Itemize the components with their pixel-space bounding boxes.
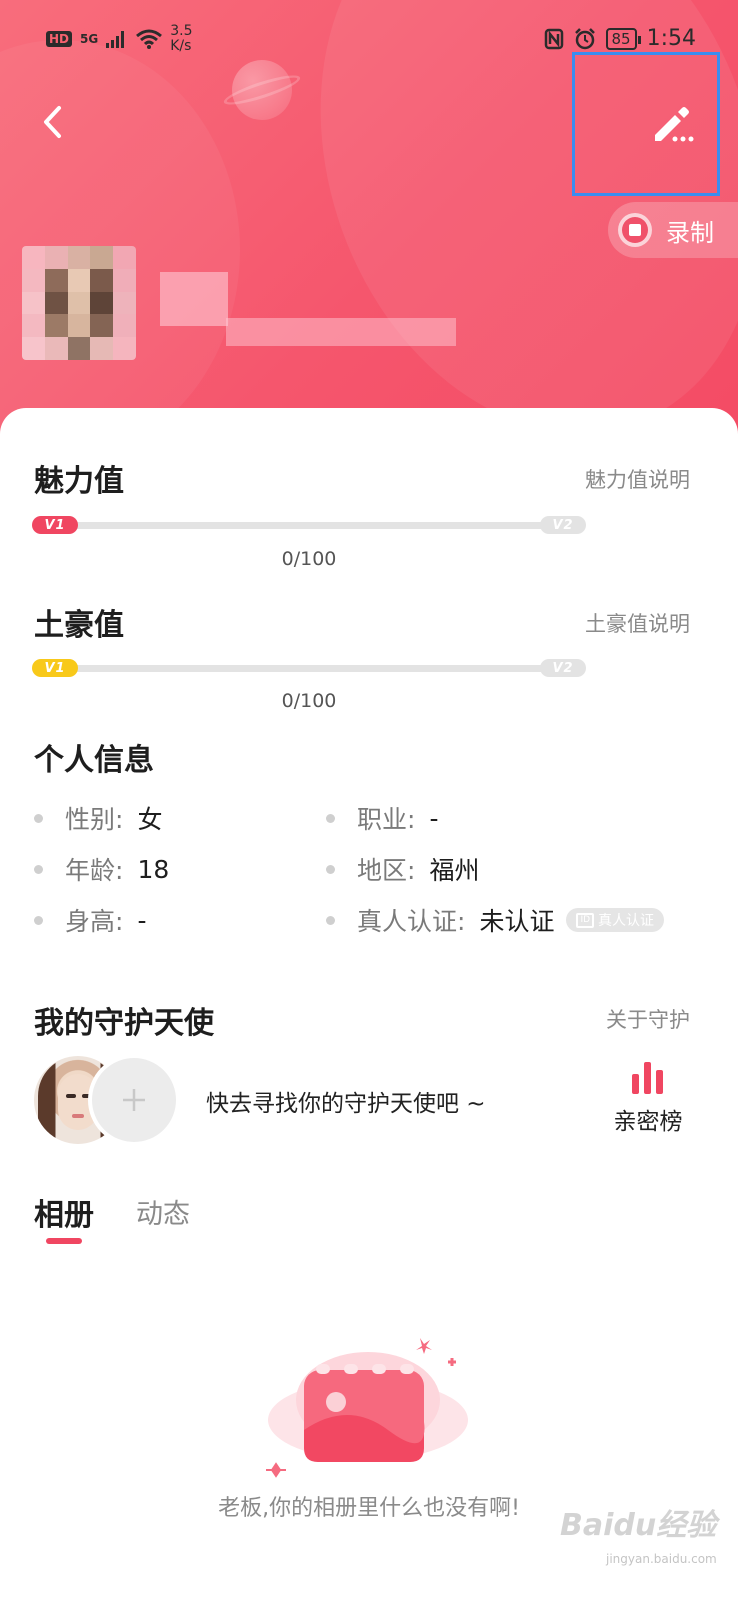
charm-level-start: V1 [32, 516, 78, 534]
avatar[interactable] [22, 246, 136, 360]
wealth-level-start: V1 [32, 659, 78, 677]
bullet-dot [34, 813, 43, 823]
tab-moments[interactable]: 动态 [136, 1192, 190, 1231]
battery-indicator: 85 [605, 27, 641, 50]
bullet-dot [326, 864, 335, 874]
info-key: 性别: [65, 805, 124, 834]
bullet-dot [34, 864, 43, 874]
wealth-level-end: V2 [540, 659, 586, 677]
info-value: 未认证 [479, 907, 555, 936]
charm-title: 魅力值 [34, 464, 124, 499]
network-type: 5G [80, 32, 99, 46]
info-value: - [429, 803, 439, 833]
active-tab-indicator [46, 1238, 82, 1244]
profile-header: HD 5G 3.5 K/s 85 1:54 录制 [0, 0, 738, 460]
wealth-title: 土豪值 [34, 608, 124, 643]
verify-badge[interactable]: ID 真人认证 [566, 908, 665, 932]
bullet-dot [34, 915, 43, 925]
wealth-info-link[interactable]: 土豪值说明 [585, 608, 690, 638]
watermark: Baidu经验 jingyan.baidu.com [560, 1500, 730, 1590]
wealth-progress-track [52, 665, 566, 672]
alarm-icon [574, 27, 595, 49]
info-key: 职业: [357, 805, 416, 834]
plus-icon [123, 1089, 145, 1111]
tab-album[interactable]: 相册 [34, 1190, 94, 1234]
nickname-redacted [160, 272, 228, 326]
bullet-dot [326, 915, 335, 925]
info-key: 地区: [357, 856, 416, 885]
verify-badge-label: 真人认证 [598, 913, 655, 929]
charm-level-bar: V1 V2 [32, 516, 586, 534]
charm-progress-text: 0/100 [281, 548, 337, 570]
info-job: 职业: - [326, 800, 438, 836]
wealth-progress-text: 0/100 [281, 690, 337, 712]
id-card-icon: ID [576, 912, 595, 928]
info-value: 福州 [429, 856, 480, 885]
hd-badge: HD [46, 31, 73, 47]
wifi-icon [136, 29, 163, 49]
info-key: 年龄: [65, 856, 124, 885]
wealth-level-bar: V1 V2 [32, 659, 586, 677]
watermark-url: jingyan.baidu.com [606, 1552, 717, 1566]
info-region: 地区: 福州 [326, 851, 479, 887]
info-key: 身高: [65, 907, 124, 936]
info-age: 年龄: 18 [34, 851, 169, 887]
edit-profile-button[interactable] [572, 52, 720, 196]
guardian-title: 我的守护天使 [34, 1006, 214, 1041]
photo-album-icon [266, 1338, 468, 1478]
user-id-redacted [226, 318, 456, 346]
record-button[interactable]: 录制 [608, 202, 738, 258]
info-height: 身高: - [34, 902, 146, 938]
intimacy-rank-button[interactable]: 亲密榜 [606, 1060, 690, 1144]
charm-progress-track [52, 522, 566, 529]
stop-icon [618, 213, 652, 247]
info-gender: 性别: 女 [34, 800, 162, 836]
info-value: 18 [137, 854, 170, 884]
charm-info-link[interactable]: 魅力值说明 [585, 464, 690, 494]
chevron-left-icon [44, 106, 61, 138]
charm-level-end: V2 [540, 516, 586, 534]
info-key: 真人认证: [357, 907, 466, 936]
bar-chart-icon [632, 1062, 663, 1094]
guardian-about-link[interactable]: 关于守护 [606, 1004, 690, 1034]
back-button[interactable] [30, 100, 74, 144]
clock: 1:54 [646, 26, 696, 51]
nfc-icon [544, 28, 563, 49]
watermark-brand: Baidu经验 [560, 1508, 717, 1543]
signal-icon [106, 31, 125, 48]
intimacy-rank-label: 亲密榜 [613, 1109, 683, 1135]
info-value: 女 [137, 805, 163, 834]
network-speed: 3.5 K/s [170, 23, 193, 54]
info-verification: 真人认证: 未认证 ID 真人认证 [326, 902, 665, 938]
info-value: - [137, 905, 147, 935]
record-label: 录制 [666, 218, 714, 247]
bullet-dot [326, 813, 335, 823]
pencil-icon [655, 107, 694, 142]
add-guardian-button[interactable] [88, 1054, 180, 1146]
guardian-hint: 快去寻找你的守护天使吧 ~ [206, 1091, 486, 1117]
personal-info-title: 个人信息 [34, 743, 154, 778]
